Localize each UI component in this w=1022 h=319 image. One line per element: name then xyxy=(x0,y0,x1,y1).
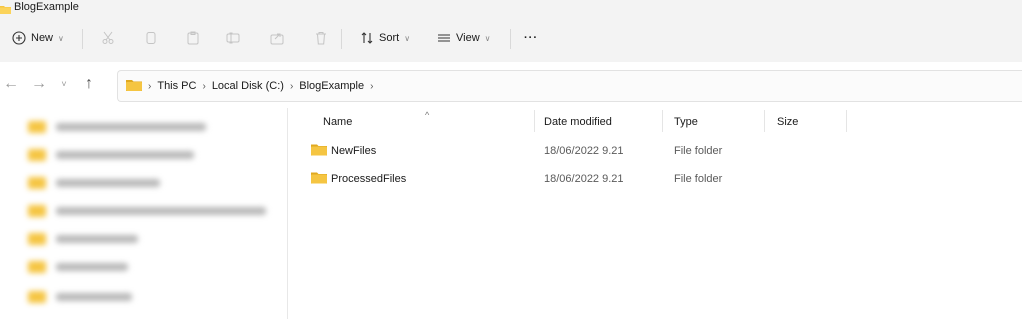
plus-circle-icon xyxy=(12,31,26,45)
chevron-down-icon: ˅ xyxy=(61,79,67,89)
breadcrumb-separator[interactable]: › xyxy=(202,81,205,92)
paste-button[interactable] xyxy=(186,23,200,53)
toolbar-divider xyxy=(510,29,511,49)
breadcrumb-blogexample[interactable]: BlogExample xyxy=(299,80,364,92)
back-button[interactable]: ← xyxy=(2,75,20,93)
type-cell: File folder xyxy=(674,145,723,157)
column-divider[interactable] xyxy=(764,110,765,132)
chevron-down-icon: ∨ xyxy=(404,33,411,43)
date-modified-cell: 18/06/2022 9.21 xyxy=(544,145,624,157)
rename-button[interactable] xyxy=(226,23,241,53)
nav-pane-item[interactable] xyxy=(12,174,160,192)
navigation-bar: ← → ˅ ↑ › This PC › Local Disk (C:) › Bl… xyxy=(0,62,1022,108)
column-divider[interactable] xyxy=(846,110,847,132)
arrow-right-icon: → xyxy=(31,75,47,92)
share-icon xyxy=(270,31,284,45)
up-button[interactable]: ↑ xyxy=(80,75,98,93)
folder-icon xyxy=(126,79,142,94)
nav-pane-item[interactable] xyxy=(12,146,194,164)
file-name: NewFiles xyxy=(331,145,377,157)
list-item[interactable]: NewFiles 18/06/2022 9.21 File folder xyxy=(288,137,1022,165)
type-cell: File folder xyxy=(674,173,723,185)
breadcrumb-this-pc[interactable]: This PC xyxy=(157,80,196,92)
sort-button[interactable]: Sort ∨ xyxy=(360,23,410,53)
file-name-cell: ProcessedFiles xyxy=(311,165,406,193)
folder-icon xyxy=(28,177,46,189)
folder-icon xyxy=(28,121,46,133)
scissors-icon xyxy=(101,31,115,45)
sort-arrows-icon xyxy=(360,31,374,45)
copy-button[interactable] xyxy=(144,23,158,53)
breadcrumb-separator: › xyxy=(148,80,152,92)
column-header-name[interactable]: Name xyxy=(323,108,352,136)
rename-icon xyxy=(226,31,241,45)
folder-icon xyxy=(28,233,46,245)
forward-button[interactable]: → xyxy=(30,75,48,93)
cut-button[interactable] xyxy=(101,23,115,53)
navigation-pane xyxy=(0,108,288,319)
folder-icon xyxy=(311,172,327,187)
date-modified-cell: 18/06/2022 9.21 xyxy=(544,173,624,185)
view-button[interactable]: View ∨ xyxy=(437,23,491,53)
nav-pane-item[interactable] xyxy=(12,230,138,248)
new-button[interactable]: New ∨ xyxy=(12,23,64,53)
view-label: View xyxy=(456,32,480,44)
delete-button[interactable] xyxy=(314,23,328,53)
trash-icon xyxy=(314,31,328,45)
nav-pane-item[interactable] xyxy=(12,258,128,276)
chevron-down-icon: ∨ xyxy=(58,33,64,43)
column-header-type[interactable]: Type xyxy=(674,108,698,136)
arrow-left-icon: ← xyxy=(3,75,19,92)
recent-locations-button[interactable]: ˅ xyxy=(55,75,73,93)
column-header-date-modified[interactable]: Date modified xyxy=(544,108,612,136)
breadcrumb: › This PC › Local Disk (C:) › BlogExampl… xyxy=(126,71,379,101)
copy-icon xyxy=(144,31,158,45)
clipboard-icon xyxy=(186,31,200,45)
folder-icon xyxy=(28,149,46,161)
nav-pane-item[interactable] xyxy=(12,288,132,306)
breadcrumb-separator[interactable]: › xyxy=(370,81,373,92)
folder-icon xyxy=(28,205,46,217)
toolbar-divider xyxy=(82,29,83,49)
file-list: ^ Name Date modified Type Size NewFiles … xyxy=(288,108,1022,319)
command-bar: New ∨ Sort ∨ View ∨ ··· xyxy=(0,16,1022,62)
list-item[interactable]: ProcessedFiles 18/06/2022 9.21 File fold… xyxy=(288,165,1022,193)
column-divider[interactable] xyxy=(662,110,663,132)
column-header-size[interactable]: Size xyxy=(777,108,798,136)
nav-pane-item[interactable] xyxy=(12,118,206,136)
breadcrumb-separator[interactable]: › xyxy=(290,81,293,92)
sort-label: Sort xyxy=(379,32,400,44)
window-title: BlogExample xyxy=(14,1,79,13)
new-label: New xyxy=(31,32,54,44)
toolbar-divider xyxy=(341,29,342,49)
arrow-up-icon: ↑ xyxy=(85,75,93,92)
folder-icon xyxy=(28,261,46,273)
breadcrumb-local-disk[interactable]: Local Disk (C:) xyxy=(212,80,284,92)
folder-icon xyxy=(28,291,46,303)
address-bar[interactable]: › This PC › Local Disk (C:) › BlogExampl… xyxy=(117,70,1022,102)
more-icon: ··· xyxy=(524,32,538,44)
column-divider[interactable] xyxy=(534,110,535,132)
view-list-icon xyxy=(437,31,451,45)
share-button[interactable] xyxy=(270,23,284,53)
folder-icon xyxy=(311,144,327,159)
sort-ascending-icon: ^ xyxy=(425,110,430,120)
file-name: ProcessedFiles xyxy=(331,173,407,185)
file-name-cell: NewFiles xyxy=(311,137,376,165)
nav-pane-item[interactable] xyxy=(12,202,266,220)
chevron-down-icon: ∨ xyxy=(484,33,491,43)
title-bar: BlogExample xyxy=(0,0,1022,16)
more-options-button[interactable]: ··· xyxy=(524,23,538,53)
